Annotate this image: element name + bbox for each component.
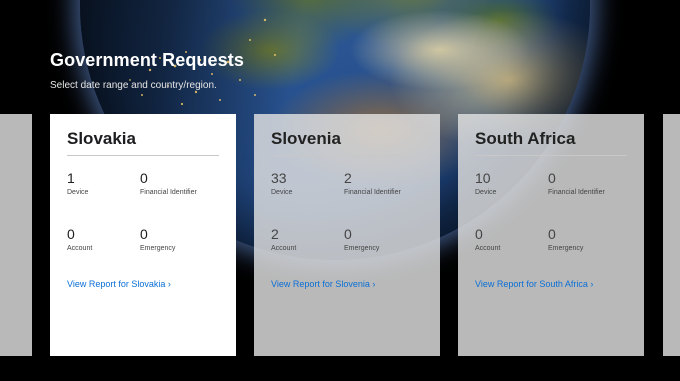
card-next-partial[interactable] <box>663 114 680 356</box>
stat-label: Emergency <box>344 245 380 252</box>
country-card-slovakia[interactable]: Slovakia 1 Device 0 Financial Identifier… <box>50 114 236 356</box>
stat-label: Account <box>67 245 93 252</box>
stat-label: Emergency <box>140 245 176 252</box>
stat-device: 10 Device <box>475 170 496 196</box>
stat-value: 0 <box>548 226 556 242</box>
stat-financial-identifier: 2 Financial Identifier <box>344 170 401 196</box>
page-title: Government Requests <box>50 50 244 70</box>
stat-label: Account <box>475 245 501 252</box>
stat-value: 0 <box>344 226 352 242</box>
stat-label: Emergency <box>548 245 584 252</box>
card-previous-partial[interactable] <box>0 114 32 356</box>
view-report-link[interactable]: View Report for South Africa › <box>475 279 593 289</box>
stat-value: 2 <box>344 170 352 186</box>
card-country-name: South Africa <box>475 129 627 156</box>
stat-emergency: 0 Emergency <box>344 226 379 252</box>
page-subtitle: Select date range and country/region. <box>50 80 217 91</box>
stat-financial-identifier: 0 Financial Identifier <box>548 170 605 196</box>
stat-device: 1 Device <box>67 170 88 196</box>
stat-account: 2 Account <box>271 226 296 252</box>
stat-device: 33 Device <box>271 170 292 196</box>
stat-label: Financial Identifier <box>140 189 197 196</box>
stat-financial-identifier: 0 Financial Identifier <box>140 170 197 196</box>
stat-label: Device <box>271 189 293 196</box>
stat-label: Financial Identifier <box>344 189 401 196</box>
stat-value: 1 <box>67 170 75 186</box>
stat-emergency: 0 Emergency <box>140 226 175 252</box>
card-stats: 1 Device 0 Financial Identifier 0 Accoun… <box>67 156 219 276</box>
stat-label: Device <box>475 189 497 196</box>
stat-label: Financial Identifier <box>548 189 605 196</box>
view-report-link[interactable]: View Report for Slovakia › <box>67 279 171 289</box>
stat-emergency: 0 Emergency <box>548 226 583 252</box>
card-stats: 10 Device 0 Financial Identifier 0 Accou… <box>475 156 627 276</box>
stat-value: 0 <box>475 226 483 242</box>
view-report-link[interactable]: View Report for Slovenia › <box>271 279 375 289</box>
stat-value: 10 <box>475 170 491 186</box>
stat-label: Device <box>67 189 89 196</box>
stat-label: Account <box>271 245 297 252</box>
card-country-name: Slovakia <box>67 129 219 156</box>
stat-value: 2 <box>271 226 279 242</box>
stat-value: 33 <box>271 170 287 186</box>
country-card-slovenia[interactable]: Slovenia 33 Device 2 Financial Identifie… <box>254 114 440 356</box>
card-stats: 33 Device 2 Financial Identifier 2 Accou… <box>271 156 423 276</box>
stat-value: 0 <box>140 170 148 186</box>
card-country-name: Slovenia <box>271 129 423 156</box>
country-card-south-africa[interactable]: South Africa 10 Device 0 Financial Ident… <box>458 114 644 356</box>
page-header: Government Requests Select date range an… <box>50 50 244 91</box>
stat-account: 0 Account <box>67 226 92 252</box>
stat-value: 0 <box>140 226 148 242</box>
stat-value: 0 <box>67 226 75 242</box>
stat-account: 0 Account <box>475 226 500 252</box>
stat-value: 0 <box>548 170 556 186</box>
